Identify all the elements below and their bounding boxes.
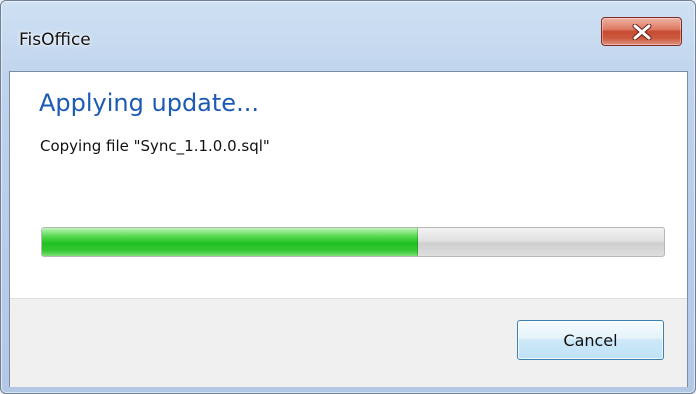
close-button[interactable] bbox=[601, 17, 682, 46]
progress-bar bbox=[41, 227, 665, 257]
title-bar[interactable]: FisOffice bbox=[1, 1, 695, 71]
cancel-button[interactable]: Cancel bbox=[517, 320, 664, 360]
window-title: FisOffice bbox=[19, 30, 91, 50]
content-panel: Applying update... Copying file "Sync_1.… bbox=[10, 72, 687, 298]
close-x-icon bbox=[602, 18, 681, 45]
update-heading: Applying update... bbox=[39, 89, 259, 117]
status-message: Copying file "Sync_1.1.0.0.sql" bbox=[40, 137, 270, 155]
progress-bar-fill bbox=[42, 228, 419, 256]
dialog-window: FisOffice Applying update... Copying fil… bbox=[0, 0, 696, 394]
button-bar: Cancel bbox=[10, 298, 687, 387]
dialog-client-area: Applying update... Copying file "Sync_1.… bbox=[9, 71, 688, 387]
